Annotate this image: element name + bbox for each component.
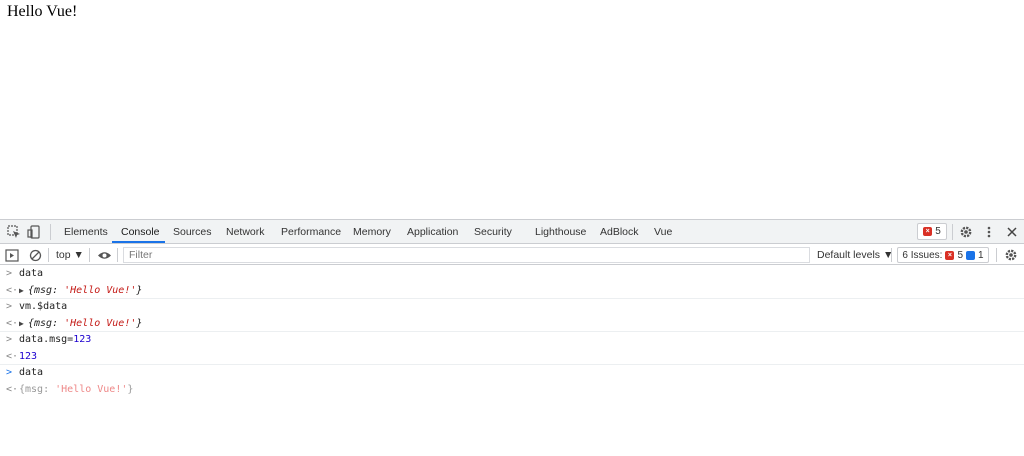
console-number-output: 123 — [19, 350, 38, 362]
devtools-panel: Elements Console Sources Network Perform… — [0, 219, 1024, 456]
settings-gear-icon[interactable] — [957, 223, 975, 241]
console-input-row: > data.msg=123 — [0, 332, 1024, 349]
issues-info-count: 1 — [978, 249, 984, 261]
tabbar-divider — [952, 224, 953, 240]
issues-error-count: 5 — [957, 249, 964, 261]
input-chevron-icon: > — [6, 268, 13, 279]
console-toolbar: top ▼ Default levels ▼ 6 Issues: × 5 1 — [0, 245, 1024, 265]
issues-info-icon — [966, 250, 976, 260]
issues-error-icon: × — [945, 250, 955, 260]
tab-security[interactable]: Security — [474, 220, 512, 244]
tab-network[interactable]: Network — [226, 220, 265, 244]
error-count: 5 — [935, 226, 941, 237]
console-log[interactable]: > data <· ▶ {msg: 'Hello Vue!'} > vm.$da… — [0, 266, 1024, 398]
devtools-tabbar: Elements Console Sources Network Perform… — [0, 220, 1024, 244]
issues-button[interactable]: 6 Issues: × 5 1 — [897, 247, 989, 263]
active-prompt-chevron-icon: > — [6, 367, 13, 378]
show-sidebar-icon[interactable] — [4, 247, 20, 263]
tab-sources[interactable]: Sources — [173, 220, 212, 244]
tab-adblock[interactable]: AdBlock — [600, 220, 639, 244]
expand-triangle-icon[interactable]: ▶ — [19, 316, 24, 333]
log-levels-dropdown[interactable]: Default levels ▼ — [817, 247, 893, 263]
toolbar-divider — [48, 248, 49, 262]
console-eager-eval-row: <· {msg: 'Hello Vue!'} — [0, 382, 1024, 399]
issues-label: 6 Issues: — [902, 249, 943, 261]
console-object-preview[interactable]: {msg: 'Hello Vue!'} — [28, 283, 142, 300]
console-output-row: <· ▶ {msg: 'Hello Vue!'} — [0, 316, 1024, 333]
console-filter-input[interactable] — [123, 247, 810, 263]
eager-evaluation-preview: {msg: 'Hello Vue!'} — [19, 383, 134, 395]
live-expression-eye-icon[interactable] — [96, 247, 112, 263]
console-object-preview[interactable]: {msg: 'Hello Vue!'} — [28, 316, 142, 333]
console-command: data — [19, 268, 44, 279]
tab-performance[interactable]: Performance — [281, 220, 341, 244]
toolbar-divider — [117, 248, 118, 262]
tab-application[interactable]: Application — [407, 220, 458, 244]
console-command: data.msg=123 — [19, 334, 92, 345]
console-prompt-row[interactable]: > data — [0, 365, 1024, 382]
page-content: Hello Vue! — [0, 0, 1024, 219]
error-icon: × — [923, 227, 933, 236]
context-selector[interactable]: top ▼ — [56, 247, 84, 263]
toolbar-divider — [891, 248, 892, 262]
output-arrow-icon: <· — [6, 383, 19, 395]
more-options-icon[interactable] — [980, 223, 998, 241]
console-command: vm.$data — [19, 301, 68, 312]
tab-vue[interactable]: Vue — [654, 220, 672, 244]
toolbar-divider — [996, 248, 997, 262]
expand-triangle-icon[interactable]: ▶ — [19, 283, 24, 300]
page-heading: Hello Vue! — [7, 3, 78, 20]
active-tab-indicator — [112, 241, 165, 243]
console-output-row: <· ▶ {msg: 'Hello Vue!'} — [0, 283, 1024, 300]
output-arrow-icon: <· — [6, 284, 19, 296]
toolbar-divider — [89, 248, 90, 262]
console-prompt-input[interactable]: data — [19, 365, 43, 382]
tab-lighthouse[interactable]: Lighthouse — [535, 220, 586, 244]
tab-memory[interactable]: Memory — [353, 220, 391, 244]
tabbar-divider — [50, 224, 51, 240]
inspect-element-icon[interactable] — [5, 223, 23, 241]
console-input-row: > data — [0, 266, 1024, 283]
close-devtools-icon[interactable] — [1003, 223, 1021, 241]
input-chevron-icon: > — [6, 334, 13, 345]
clear-console-icon[interactable] — [27, 247, 43, 263]
console-output-row: <· 123 — [0, 349, 1024, 365]
error-counter-badge[interactable]: × 5 — [917, 223, 947, 240]
output-arrow-icon: <· — [6, 350, 19, 362]
tab-elements[interactable]: Elements — [64, 220, 108, 244]
console-settings-gear-icon[interactable] — [1003, 247, 1019, 263]
output-arrow-icon: <· — [6, 317, 19, 329]
input-chevron-icon: > — [6, 301, 13, 312]
console-input-row: > vm.$data — [0, 299, 1024, 316]
device-toolbar-icon[interactable] — [25, 223, 43, 241]
